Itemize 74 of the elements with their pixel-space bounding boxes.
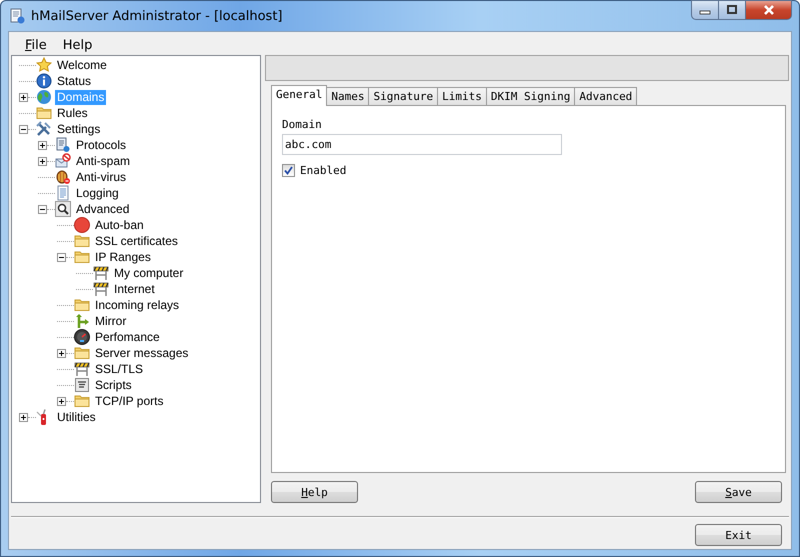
tree-item[interactable]: Logging: [74, 186, 121, 200]
field-label: Domain: [282, 118, 322, 131]
tree-item[interactable]: Welcome: [55, 58, 109, 72]
info-icon: [36, 73, 52, 89]
tab[interactable]: DKIM Signing: [486, 87, 576, 105]
tree-item[interactable]: Anti-virus: [74, 170, 128, 184]
globe-icon: [36, 89, 52, 105]
tree-item[interactable]: Advanced: [74, 202, 132, 216]
expand-icon[interactable]: [38, 140, 47, 150]
signpost-icon: [74, 313, 90, 329]
tree-item[interactable]: Status: [55, 74, 94, 88]
document-icon: [74, 377, 90, 393]
close-icon: [762, 5, 776, 15]
checkbox[interactable]: [282, 164, 295, 177]
tab[interactable]: Names: [326, 87, 370, 105]
folder-icon: [74, 345, 90, 361]
tab[interactable]: Limits: [437, 87, 487, 105]
tree-item[interactable]: My computer: [112, 266, 186, 280]
folder-icon: [36, 105, 52, 121]
tab[interactable]: Advanced: [574, 87, 638, 105]
document-icon: [55, 137, 71, 153]
tree-item[interactable]: Mirror: [93, 314, 128, 328]
collapse-icon[interactable]: [38, 204, 47, 214]
tree-item[interactable]: IP Ranges: [93, 250, 153, 264]
menu-item[interactable]: Help: [54, 38, 100, 52]
folder-icon: [74, 249, 90, 265]
maximize-button[interactable]: [718, 0, 745, 20]
tree-item[interactable]: SSL/TLS: [93, 362, 146, 376]
document-icon: [9, 8, 25, 24]
tree-item[interactable]: Settings: [55, 122, 102, 136]
tree-item[interactable]: Rules: [55, 106, 90, 120]
help-button[interactable]: Help: [271, 481, 358, 503]
collapse-icon[interactable]: [57, 252, 66, 262]
folder-icon: [74, 233, 90, 249]
collapse-icon[interactable]: [19, 124, 28, 134]
barrier-icon: [74, 361, 90, 377]
tree-item[interactable]: Incoming relays: [93, 298, 182, 312]
tools-icon: [36, 121, 52, 137]
tree-item[interactable]: Scripts: [93, 378, 134, 392]
barrier-icon: [93, 281, 109, 297]
save-button[interactable]: Save: [695, 481, 782, 503]
tree-item[interactable]: Internet: [112, 282, 157, 296]
exit-button[interactable]: Exit: [695, 524, 782, 546]
expand-icon[interactable]: [57, 396, 66, 406]
tab[interactable]: Signature: [368, 87, 438, 105]
tree-item[interactable]: Server messages: [93, 346, 190, 360]
barrier-icon: [93, 265, 109, 281]
tab[interactable]: General: [271, 85, 328, 106]
document-icon: [55, 185, 71, 201]
maximize-icon: [726, 5, 738, 15]
gauge-icon: [74, 329, 90, 345]
expand-icon[interactable]: [19, 92, 28, 102]
bug-icon: [55, 169, 71, 185]
expand-icon[interactable]: [57, 348, 66, 358]
tree-item[interactable]: TCP/IP ports: [93, 394, 166, 408]
envelope-icon: [55, 153, 71, 169]
tree-item[interactable]: Auto-ban: [93, 218, 146, 232]
folder-icon: [74, 393, 90, 409]
folder-icon: [74, 297, 90, 313]
stop-icon: [74, 217, 90, 233]
expand-icon[interactable]: [38, 156, 47, 166]
window-title: hMailServer Administrator - [localhost]: [31, 8, 284, 24]
close-button[interactable]: [745, 0, 792, 20]
domain-field[interactable]: abc.com: [282, 134, 562, 155]
tree-item[interactable]: Anti-spam: [74, 154, 132, 168]
expand-icon[interactable]: [19, 412, 28, 422]
star-icon: [36, 57, 52, 73]
menu-item[interactable]: File: [17, 38, 55, 52]
tree-item[interactable]: Perfomance: [93, 330, 162, 344]
tree-item[interactable]: SSL certificates: [93, 234, 180, 248]
checkbox-label: Enabled: [300, 164, 346, 177]
tree-item[interactable]: Protocols: [74, 138, 128, 152]
minimize-button[interactable]: [691, 0, 718, 20]
tree-item[interactable]: Utilities: [55, 410, 98, 424]
